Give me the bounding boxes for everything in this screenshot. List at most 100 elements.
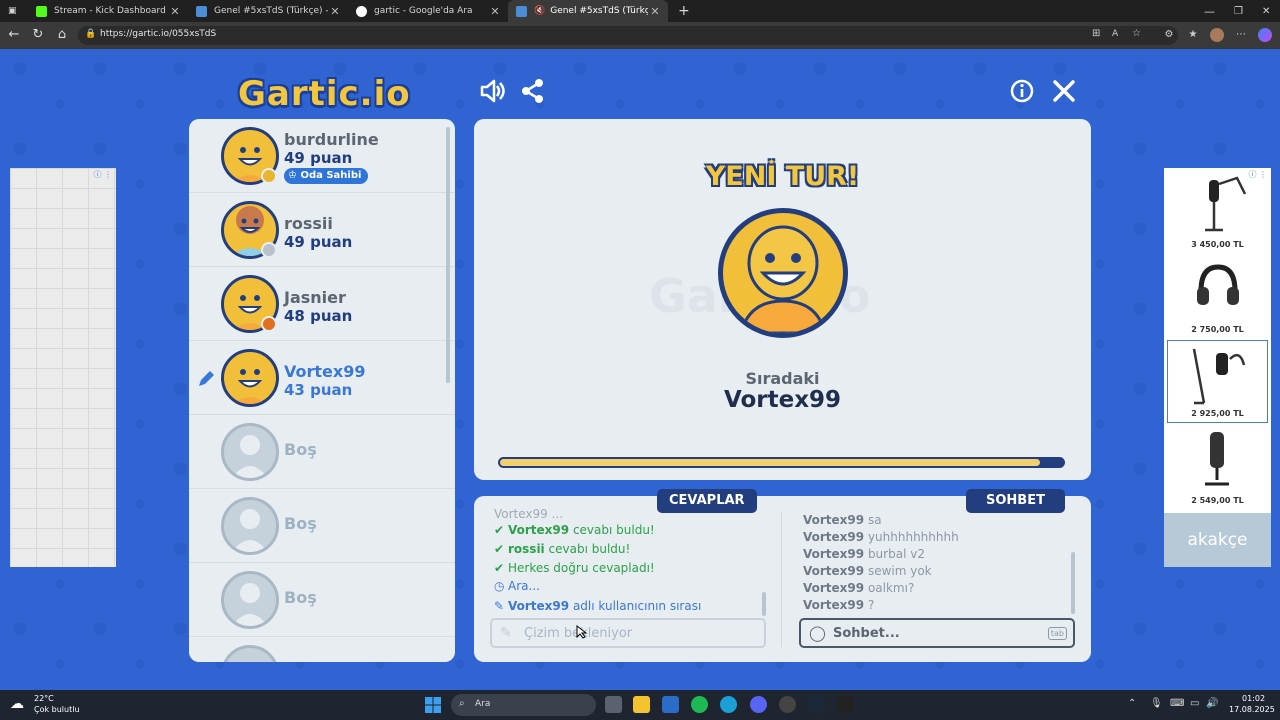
pencil-icon — [199, 371, 214, 386]
copilot-icon[interactable] — [1258, 28, 1272, 42]
keyboard-icon[interactable]: ⌨ — [1170, 698, 1184, 709]
status-badge — [261, 242, 277, 258]
chat-text: sewim yok — [867, 564, 932, 578]
ad-product-microphone-headphones[interactable]: 2 925,00 TL — [1167, 340, 1268, 423]
spotify-icon[interactable] — [691, 696, 708, 713]
tray-chevron-icon[interactable]: ⌃ — [1128, 698, 1136, 709]
person-silhouette-icon — [232, 509, 268, 552]
window-close-icon[interactable]: ✕ — [1254, 0, 1274, 22]
close-tab-icon[interactable]: ✕ — [648, 5, 662, 18]
room-owner-badge: ♔ Oda Sahibi — [284, 168, 369, 184]
volume-icon[interactable]: 🔊 — [1206, 698, 1218, 709]
steam-icon[interactable] — [808, 696, 825, 713]
player-name: burdurline — [284, 130, 379, 149]
left-ad-banner[interactable]: ⓘ ⋮ — [10, 168, 116, 567]
minimize-icon[interactable]: — — [1196, 0, 1216, 22]
favorite-star-icon[interactable]: ☆ — [1132, 28, 1141, 39]
profile-avatar[interactable] — [1210, 28, 1224, 42]
new-tab-button[interactable]: + — [670, 0, 690, 22]
chat-scrollbar[interactable] — [1071, 552, 1075, 614]
store-icon[interactable] — [662, 696, 679, 713]
empty-player-slot: Boş — [189, 415, 455, 489]
file-explorer-icon[interactable] — [633, 696, 650, 713]
empty-avatar — [221, 571, 279, 629]
close-tab-icon[interactable]: ✕ — [488, 5, 502, 18]
speaker-icon[interactable] — [478, 77, 506, 105]
player-score: 49 puan — [284, 149, 353, 167]
answer-player: rossii — [508, 542, 545, 556]
ad-info-icon[interactable]: ⓘ ⋮ — [93, 169, 112, 180]
apps-icon[interactable]: ⊞ — [1092, 28, 1100, 39]
tab-answers[interactable]: CEVAPLAR — [657, 489, 757, 513]
chat-line: Vortex99 yuhhhhhhhhhh — [803, 530, 959, 544]
player-list-scrollbar[interactable] — [446, 127, 450, 383]
gartic-logo[interactable]: Gartic.io — [238, 74, 411, 114]
weather-cloud-icon[interactable]: ☁ — [10, 696, 24, 712]
lock-icon: 🔒 — [85, 29, 97, 39]
close-tab-icon[interactable]: ✕ — [328, 5, 342, 18]
muted-speaker-icon[interactable]: 🔇 — [534, 6, 545, 16]
new-round-title: YENİ TUR! — [705, 161, 860, 192]
status-badge — [261, 168, 277, 184]
chat-line: Vortex99 oalkmı? — [803, 581, 914, 595]
restore-icon[interactable]: ❐ — [1226, 0, 1246, 22]
answer-text: Ara... — [508, 579, 540, 593]
close-tab-icon[interactable]: ✕ — [168, 5, 182, 18]
ad-product-headset[interactable]: 2 750,00 TL — [1167, 255, 1268, 338]
answer-text: cevabı buldu! — [548, 542, 631, 556]
answers-scrollbar[interactable] — [762, 592, 766, 616]
person-silhouette-icon — [232, 435, 268, 478]
home-icon[interactable]: ⌂ — [54, 27, 70, 43]
read-aloud-icon[interactable]: A — [1112, 29, 1118, 39]
microphone-tray-icon[interactable]: 🎙 — [1150, 698, 1163, 709]
player-row[interactable]: burdurline 49 puan ♔ Oda Sahibi — [189, 119, 455, 193]
chat-line: Vortex99 ? — [803, 598, 874, 612]
ad-product-desk-microphone[interactable]: 2 549,00 TL — [1167, 426, 1268, 509]
close-icon[interactable] — [1050, 77, 1078, 105]
clock-date[interactable]: 17.08.2025 — [1229, 705, 1275, 714]
tab-gartic-active[interactable]: 🔇 Genel #5xsTdS (Türkçe) - Gartic.io ✕ — [508, 0, 668, 22]
refresh-icon[interactable]: ↻ — [30, 27, 46, 43]
new-tab-label: + — [678, 3, 690, 19]
tab-google-search[interactable]: gartic - Google'da Ara ✕ — [348, 0, 508, 22]
clock-icon: ◷ — [494, 579, 505, 593]
back-arrow-icon[interactable]: ← — [6, 27, 22, 43]
windows-start-icon[interactable] — [425, 697, 441, 713]
edge-icon[interactable] — [720, 696, 737, 713]
more-menu-icon[interactable]: ⋯ — [1234, 28, 1248, 42]
player-row[interactable]: rossii 49 puan — [189, 193, 455, 267]
monitor-icon[interactable]: ▭ — [1190, 698, 1199, 709]
browser-tab-strip: ▣ Stream - Kick Dashboard ✕ Genel #5xsTd… — [0, 0, 1280, 22]
answer-input[interactable]: ✎ Çizim bekleniyor — [490, 618, 766, 648]
chat-line: Vortex99 sewim yok — [803, 564, 932, 578]
task-view-icon[interactable] — [605, 696, 622, 713]
chat-line: Vortex99 sa — [803, 513, 882, 527]
app-icon[interactable] — [779, 696, 796, 713]
info-icon[interactable] — [1008, 77, 1036, 105]
discord-icon[interactable] — [750, 696, 767, 713]
check-icon: ✔ — [494, 561, 505, 575]
player-score: 43 puan — [284, 381, 353, 399]
ad-product-microphone-arm[interactable]: 3 450,00 TL — [1167, 170, 1268, 253]
url-field[interactable]: 🔒 https://gartic.io/055xsTdS ⊞ A ☆ — [78, 26, 1178, 45]
right-ad-banner[interactable]: ⓘ ⋮ 3 450,00 TL 2 750,00 TL 2 925,00 TL … — [1164, 168, 1271, 567]
answer-player: Vortex99 — [508, 523, 570, 537]
tab-gartic-1[interactable]: Genel #5xsTdS (Türkçe) - Gartic.io ✕ — [188, 0, 348, 22]
answer-line: ✎ Vortex99 adlı kullanıcının sırası — [494, 599, 701, 613]
player-row[interactable]: Vortex99 43 puan — [189, 341, 455, 415]
tab-kick-dashboard[interactable]: Stream - Kick Dashboard ✕ — [28, 0, 188, 22]
favorites-icon[interactable]: ★ — [1186, 28, 1200, 42]
clock-time[interactable]: 01:02 — [1242, 694, 1265, 703]
next-player-name: Vortex99 — [723, 387, 842, 413]
taskbar-search[interactable]: ⌕ Ara — [451, 694, 596, 716]
extensions-icon[interactable]: ⚙ — [1162, 28, 1176, 42]
share-icon[interactable] — [519, 77, 547, 105]
akakce-logo[interactable]: akakçe — [1164, 513, 1271, 567]
chat-input[interactable]: ◯ Sohbet... tab — [799, 618, 1075, 648]
epic-games-icon[interactable] — [837, 696, 854, 713]
tab-chat[interactable]: SOHBET — [966, 489, 1065, 513]
answer-text: adlı kullanıcının sırası — [572, 599, 702, 613]
ad-price: 3 450,00 TL — [1191, 240, 1244, 249]
tab-actions-icon[interactable]: ▣ — [0, 0, 26, 22]
player-row[interactable]: Jasnier 48 puan — [189, 267, 455, 341]
